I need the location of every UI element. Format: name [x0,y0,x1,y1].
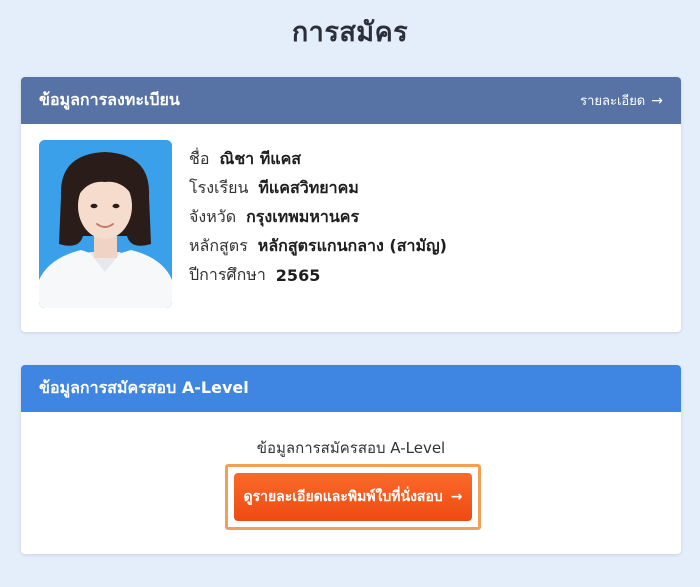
view-and-print-seat-button[interactable]: ดูรายละเอียดและพิมพ์ใบที่นั่งสอบ → [234,473,472,521]
info-value: ณิชา ทีแคส [219,149,302,168]
info-label: หลักสูตร [189,236,248,255]
info-value: กรุงเทพมหานคร [246,207,360,226]
info-row-school: โรงเรียน ทีแคสวิทยาคม [189,174,447,203]
button-label: ดูรายละเอียดและพิมพ์ใบที่นั่งสอบ [243,489,443,505]
alevel-body-text: ข้อมูลการสมัครสอบ A-Level [256,439,446,457]
info-label: ปีการศึกษา [189,265,266,284]
info-value: ทีแคสวิทยาคม [258,178,359,197]
profile-body: ชื่อ ณิชา ทีแคส โรงเรียน ทีแคสวิทยาคม จั… [21,124,681,332]
profile-photo [39,140,172,308]
info-label: โรงเรียน [189,178,249,197]
arrow-right-icon: → [450,489,463,505]
info-value: 2565 [275,266,321,285]
page-title: การสมัคร [291,17,409,48]
registration-detail-link[interactable]: รายละเอียด → [580,90,663,111]
info-value: หลักสูตรแกนกลาง (สามัญ) [257,236,447,255]
info-row-name: ชื่อ ณิชา ทีแคส [189,145,447,174]
alevel-card-header: ข้อมูลการสมัครสอบ A-Level [21,365,681,412]
profile-photo-illustration [39,140,172,308]
arrow-right-icon: → [651,92,663,109]
alevel-card-body: ข้อมูลการสมัครสอบ A-Level ดูรายละเอียดแล… [21,412,681,554]
info-label: ชื่อ [189,149,210,168]
registration-card-header: ข้อมูลการลงทะเบียน รายละเอียด → [21,77,681,124]
info-row-province: จังหวัด กรุงเทพมหานคร [189,203,447,232]
alevel-card-title: ข้อมูลการสมัครสอบ A-Level [39,378,249,397]
detail-link-label: รายละเอียด [580,94,646,109]
alevel-application-card: ข้อมูลการสมัครสอบ A-Level ข้อมูลการสมัคร… [21,365,681,554]
registration-card-title: ข้อมูลการลงทะเบียน [39,90,180,109]
student-info: ชื่อ ณิชา ทีแคส โรงเรียน ทีแคสวิทยาคม จั… [189,145,447,290]
registration-info-card: ข้อมูลการลงทะเบียน รายละเอียด → ชื่อ ณิช… [21,77,681,332]
info-row-academic-year: ปีการศึกษา 2565 [189,261,447,290]
info-row-curriculum: หลักสูตร หลักสูตรแกนกลาง (สามัญ) [189,232,447,261]
info-label: จังหวัด [189,207,237,226]
page: การสมัคร ข้อมูลการลงทะเบียน รายละเอียด → [0,0,700,587]
highlight-frame: ดูรายละเอียดและพิมพ์ใบที่นั่งสอบ → [225,464,481,530]
